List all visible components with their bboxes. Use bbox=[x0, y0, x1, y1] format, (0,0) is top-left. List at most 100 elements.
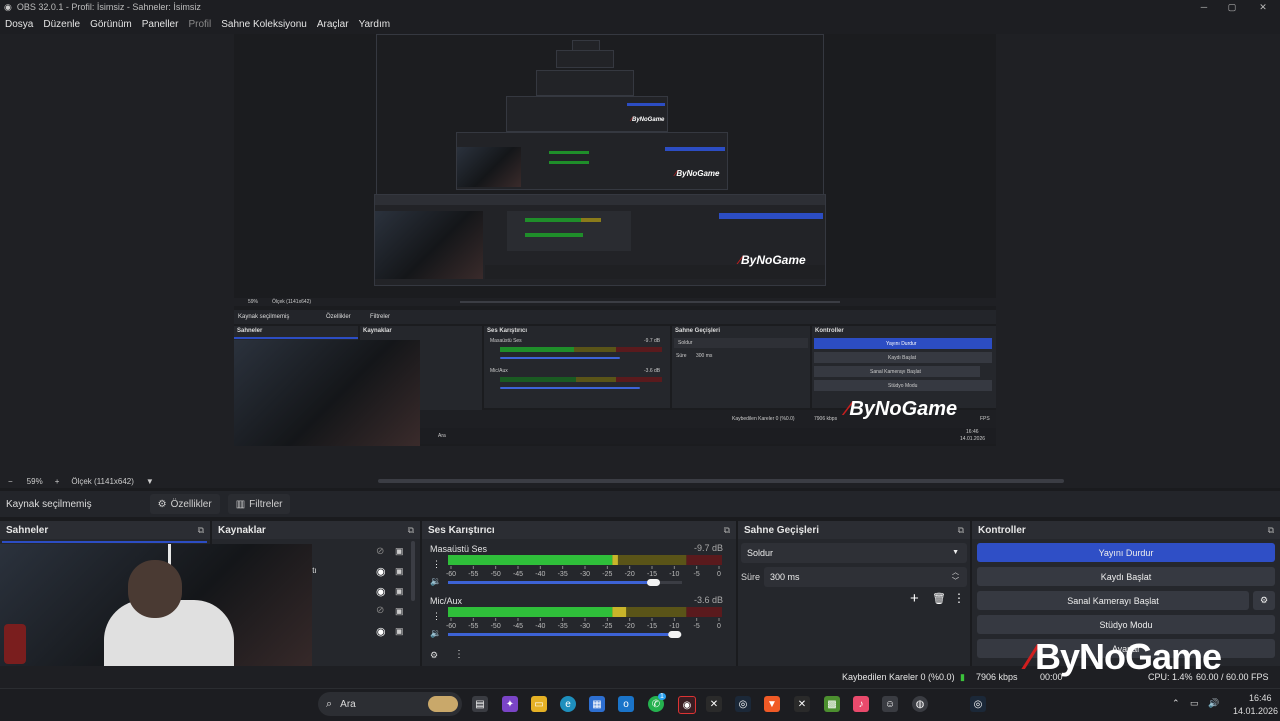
steam-icon[interactable]: ◎ bbox=[735, 696, 751, 712]
nested-obs-l5 bbox=[536, 70, 634, 96]
edge-icon[interactable]: e bbox=[560, 696, 576, 712]
nested-obs-l2: ⁄ByNoGame bbox=[374, 194, 826, 286]
dock-float-icon[interactable]: ⧉ bbox=[958, 525, 964, 536]
capcut-icon[interactable]: ✕ bbox=[706, 696, 722, 712]
visibility-off-icon[interactable]: ⊘ bbox=[376, 546, 384, 557]
menu-araclar[interactable]: Araçlar bbox=[312, 19, 354, 30]
trash-icon[interactable]: 🗑 bbox=[932, 592, 946, 605]
filter-icon: ▥ bbox=[235, 498, 246, 510]
meter-tick-label: -20 bbox=[625, 623, 635, 630]
dock-float-icon[interactable]: ⧉ bbox=[198, 525, 204, 536]
speaker-icon[interactable]: 🔉 bbox=[430, 628, 441, 639]
taskbar-search[interactable]: ⌕ Ara bbox=[318, 692, 462, 716]
store-icon[interactable]: ▦ bbox=[589, 696, 605, 712]
scene-item-selected[interactable] bbox=[2, 541, 207, 543]
studio-mode-button[interactable]: Stüdyo Modu bbox=[977, 615, 1275, 634]
zoom-in-button[interactable]: + bbox=[55, 477, 60, 486]
discord-icon[interactable]: ☺ bbox=[882, 696, 898, 712]
bynogame-logo: ⁄ByNoGame bbox=[1028, 636, 1222, 677]
title-bar: ◉ OBS 32.0.1 - Profil: İsimsiz - Sahnele… bbox=[0, 0, 1280, 14]
zoom-out-button[interactable]: − bbox=[8, 477, 13, 486]
menu-dosya[interactable]: Dosya bbox=[0, 19, 38, 30]
steam-icon[interactable]: ◎ bbox=[970, 696, 986, 712]
outlook-icon[interactable]: o bbox=[618, 696, 634, 712]
dock-float-icon[interactable]: ⧉ bbox=[724, 525, 730, 536]
menu-bar: Dosya Düzenle Görünüm Paneller Profil Sa… bbox=[0, 14, 1280, 34]
meter-tick-label: -50 bbox=[491, 623, 501, 630]
preview-scrollbar[interactable] bbox=[378, 479, 1064, 483]
lock-icon[interactable]: ▣ bbox=[395, 586, 404, 597]
notification-badge: 1 bbox=[658, 693, 666, 700]
menu-duzenle[interactable]: Düzenle bbox=[38, 19, 85, 30]
menu-gorunum[interactable]: Görünüm bbox=[85, 19, 137, 30]
start-virtual-camera-button[interactable]: Sanal Kamerayı Başlat bbox=[977, 591, 1249, 610]
display-icon[interactable]: ▭ bbox=[1190, 698, 1199, 709]
stop-streaming-button[interactable]: Yayını Durdur bbox=[977, 543, 1275, 562]
eye-icon[interactable]: ◉ bbox=[376, 625, 386, 638]
meter-tick-label: -60 bbox=[446, 571, 456, 578]
task-view-icon[interactable]: ▤ bbox=[472, 696, 488, 712]
dock-float-icon[interactable]: ⧉ bbox=[408, 525, 414, 536]
maximize-icon[interactable]: ▢ bbox=[1215, 0, 1249, 14]
preview-canvas[interactable]: ⁄ByNoGame ⁄ByNoGame ⁄ByNoGame 59% Ölçek … bbox=[234, 34, 996, 446]
obs-icon[interactable]: ◉ bbox=[678, 696, 696, 714]
duration-spinbox[interactable]: 300 ms ︿ ﹀ bbox=[764, 567, 967, 587]
meter-bg-yellow bbox=[612, 555, 687, 565]
meter-tick-label: -40 bbox=[535, 623, 545, 630]
visibility-off-icon[interactable]: ⊘ bbox=[376, 605, 384, 616]
menu-paneller[interactable]: Paneller bbox=[137, 19, 184, 30]
lock-icon[interactable]: ▣ bbox=[395, 546, 404, 557]
properties-button[interactable]: ⚙ Özellikler bbox=[149, 494, 220, 514]
transition-menu-icon[interactable]: ⋮ bbox=[953, 591, 965, 605]
capcut-icon[interactable]: ✕ bbox=[794, 696, 810, 712]
speaker-icon[interactable]: 🔉 bbox=[430, 576, 441, 587]
mic-aux-label: Mic/Aux bbox=[430, 596, 463, 606]
gear-icon: ⚙ bbox=[157, 498, 167, 510]
nested-obs-l7 bbox=[572, 40, 600, 51]
add-transition-icon[interactable]: + bbox=[910, 590, 919, 607]
channel-menu-icon[interactable]: ⋮ bbox=[432, 611, 441, 622]
tray-chevron-icon[interactable]: ⌃ bbox=[1172, 698, 1180, 709]
meter-tick-label: -55 bbox=[468, 623, 478, 630]
zoom-level: 59% bbox=[26, 476, 43, 486]
filters-button[interactable]: ▥ Filtreler bbox=[227, 494, 291, 514]
meter-tick-label: -5 bbox=[694, 623, 700, 630]
menu-sahne-koleksiyonu[interactable]: Sahne Koleksiyonu bbox=[216, 19, 312, 30]
eye-icon[interactable]: ◉ bbox=[376, 565, 386, 578]
menu-profil[interactable]: Profil bbox=[183, 19, 216, 30]
transition-select[interactable]: Soldur ▼ bbox=[741, 543, 967, 563]
dock-float-icon[interactable]: ⧉ bbox=[1268, 525, 1274, 536]
chevron-down-icon: ▼ bbox=[952, 549, 959, 556]
virtual-camera-settings-icon[interactable]: ⚙ bbox=[1253, 591, 1275, 610]
volume-slider-track bbox=[448, 581, 654, 584]
meter-tick-label: -5 bbox=[694, 571, 700, 578]
meter-tick-label: -15 bbox=[647, 623, 657, 630]
brave-icon[interactable]: ▼ bbox=[764, 696, 780, 712]
advanced-audio-icon[interactable]: ⚙ bbox=[430, 650, 438, 661]
nested-mixer-dock: Ses Karıştırıcı Masaüstü Ses -9.7 dB Mic… bbox=[484, 326, 670, 408]
lock-icon[interactable]: ▣ bbox=[395, 626, 404, 637]
search-icon: ⌕ bbox=[326, 697, 333, 710]
lock-icon[interactable]: ▣ bbox=[395, 566, 404, 577]
decrement-icon[interactable]: ﹀ bbox=[952, 576, 959, 586]
volume-slider-knob[interactable] bbox=[647, 579, 661, 586]
lock-icon[interactable]: ▣ bbox=[395, 606, 404, 617]
sources-scrollbar[interactable] bbox=[411, 541, 415, 601]
minecraft-icon[interactable]: ▩ bbox=[824, 696, 840, 712]
music-icon[interactable]: ♪ bbox=[853, 696, 869, 712]
eye-icon[interactable]: ◉ bbox=[376, 585, 386, 598]
channel-menu-icon[interactable]: ⋮ bbox=[432, 559, 441, 570]
close-icon[interactable]: ✕ bbox=[1246, 0, 1280, 14]
copilot-icon[interactable]: ✦ bbox=[502, 696, 518, 712]
file-explorer-icon[interactable]: ▭ bbox=[531, 696, 547, 712]
scale-dropdown-icon[interactable]: ▼ bbox=[146, 477, 154, 486]
meter-tick-label: -10 bbox=[669, 571, 679, 578]
menu-yardim[interactable]: Yardım bbox=[354, 19, 396, 30]
volume-icon[interactable]: 🔊 bbox=[1208, 698, 1219, 709]
start-recording-button[interactable]: Kaydı Başlat bbox=[977, 567, 1275, 586]
meter-tick-label: -55 bbox=[468, 571, 478, 578]
nested-webcam bbox=[234, 340, 420, 446]
mixer-menu-icon[interactable]: ⋮ bbox=[454, 649, 464, 660]
chrome-icon[interactable]: ◍ bbox=[912, 696, 928, 712]
volume-slider-knob[interactable] bbox=[668, 631, 682, 638]
